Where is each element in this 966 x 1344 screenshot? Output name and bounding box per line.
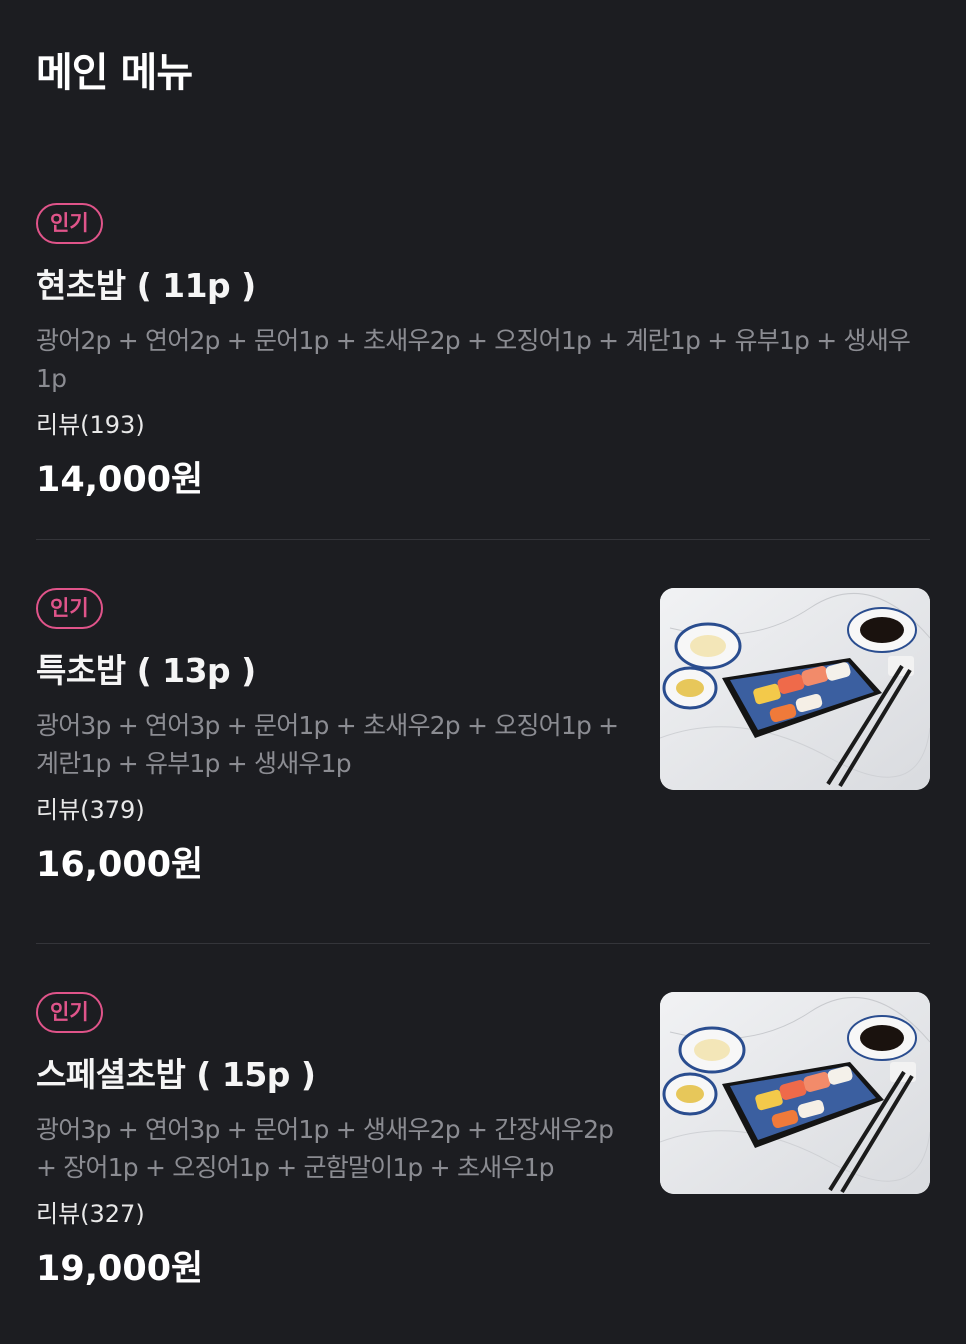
menu-item-description: 광어2p + 연어2p + 문어1p + 초새우2p + 오징어1p + 계란1… — [36, 326, 911, 393]
menu-item-reviews: 리뷰(327) — [36, 1200, 145, 1228]
menu-page: 메인 메뉴 인기 현초밥 ( 11p ) 광어2p + 연어2p + 문어1p … — [0, 0, 966, 1344]
menu-item-description: 광어3p + 연어3p + 문어1p + 생새우2p + 간장새우2p + 장어… — [36, 1115, 614, 1182]
sushi-platter-illustration — [660, 588, 930, 790]
menu-item[interactable]: 인기 현초밥 ( 11p ) 광어2p + 연어2p + 문어1p + 초새우2… — [36, 203, 930, 540]
sushi-platter-illustration — [660, 992, 930, 1194]
menu-item-reviews: 리뷰(193) — [36, 411, 145, 439]
menu-item-description: 광어3p + 연어3p + 문어1p + 초새우2p + 오징어1p + 계란1… — [36, 711, 619, 778]
divider — [36, 539, 930, 540]
divider — [36, 943, 930, 944]
popular-badge: 인기 — [36, 588, 103, 629]
menu-item[interactable]: 인기 스페셜초밥 ( 15p ) 광어3p + 연어3p + 문어1p + 생새… — [36, 992, 930, 1344]
section-title: 메인 메뉴 — [36, 50, 193, 96]
menu-item-price: 14,000원 — [36, 460, 204, 500]
menu-item-reviews: 리뷰(379) — [36, 796, 145, 824]
sushi-platter-image — [660, 588, 930, 790]
menu-item[interactable]: 인기 특초밥 ( 13p ) 광어3p + 연어3p + 문어1p + 초새우2… — [36, 588, 930, 943]
menu-item-name: 현초밥 ( 11p ) — [36, 266, 256, 305]
menu-item-price: 19,000원 — [36, 1249, 204, 1289]
sushi-platter-image — [660, 992, 930, 1194]
popular-badge: 인기 — [36, 203, 103, 244]
menu-item-price: 16,000원 — [36, 845, 204, 885]
popular-badge: 인기 — [36, 992, 103, 1033]
